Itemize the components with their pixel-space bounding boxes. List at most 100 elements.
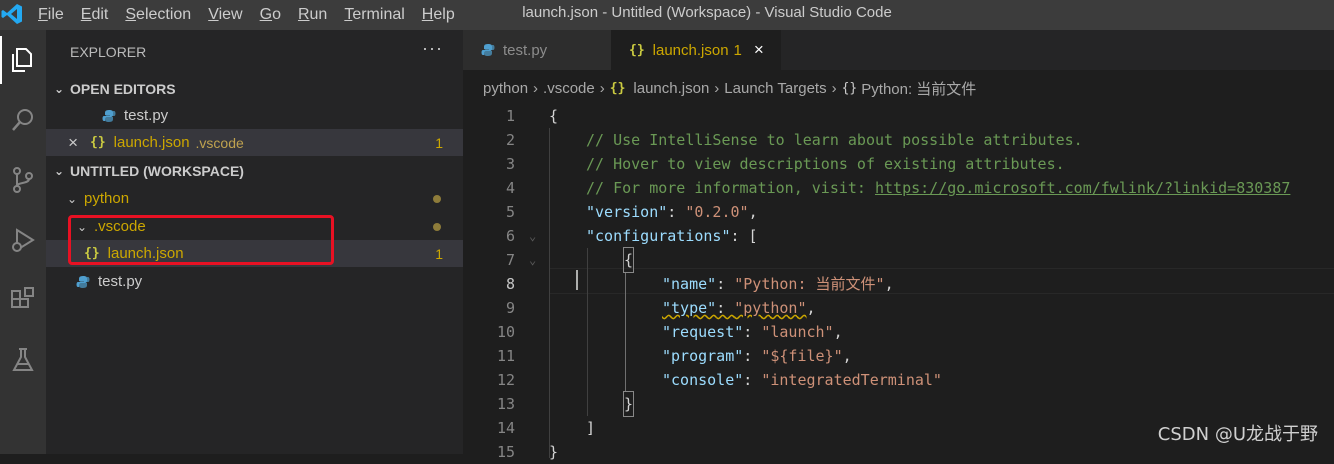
tab-test-py[interactable]: test.py <box>463 30 611 70</box>
python-file-icon <box>76 275 90 288</box>
tab-problem-badge: 1 <box>733 41 742 59</box>
code-link[interactable]: https://go.microsoft.com/fwlink/?linkid=… <box>875 179 1290 197</box>
breadcrumb-item[interactable]: python <box>483 80 528 97</box>
breadcrumb-item[interactable]: .vscode <box>543 80 595 97</box>
tree-folder-python[interactable]: ⌄ python <box>46 185 463 212</box>
line-number: 1 <box>505 107 515 125</box>
line-number: 10 <box>496 323 515 341</box>
problem-count-badge: 1 <box>435 134 443 151</box>
chevron-right-icon: › <box>599 79 605 97</box>
line-number: 12 <box>496 371 515 389</box>
line-number: 6 <box>505 227 515 245</box>
open-editor-folder: .vscode <box>195 134 244 151</box>
tree-file-test-py[interactable]: test.py <box>46 268 463 295</box>
chevron-right-icon: › <box>714 79 720 97</box>
file-label: launch.json <box>107 245 184 262</box>
close-icon[interactable]: × <box>754 40 764 60</box>
file-label: test.py <box>98 273 143 290</box>
editor-tabs: test.py {} launch.json 1 × <box>463 30 1334 70</box>
extensions-icon[interactable] <box>0 276 46 324</box>
chevron-right-icon: › <box>533 79 539 97</box>
tab-launch-json[interactable]: {} launch.json 1 × <box>611 30 781 70</box>
workspace-header[interactable]: ⌄ UNTITLED (WORKSPACE) <box>46 158 463 184</box>
breadcrumb: python › .vscode › {} launch.json › Laun… <box>463 72 1334 104</box>
text-cursor <box>576 270 578 290</box>
line-number: 8 <box>505 275 515 293</box>
open-editors-header[interactable]: ⌄ OPEN EDITORS <box>46 76 463 102</box>
title-bar: File Edit Selection View Go Run Terminal… <box>0 0 1334 30</box>
close-icon[interactable]: × <box>46 133 78 153</box>
json-value: "Python: 当前文件" <box>734 275 885 293</box>
window-title: launch.json - Untitled (Workspace) - Vis… <box>522 4 892 21</box>
json-file-icon: {} <box>609 80 626 96</box>
line-number: 2 <box>505 131 515 149</box>
json-value: "0.2.0" <box>685 203 749 221</box>
open-editor-label: launch.json <box>113 134 190 151</box>
json-key: "configurations" <box>586 227 731 245</box>
json-key: "name" <box>662 275 717 293</box>
modified-dot-icon <box>433 222 441 231</box>
chevron-down-icon: ⌄ <box>66 191 78 206</box>
line-number: 14 <box>496 419 515 437</box>
watermark: CSDN @U龙战于野 <box>1157 424 1318 445</box>
tab-label: launch.json <box>652 41 729 59</box>
json-key: "request" <box>662 323 744 341</box>
chevron-right-icon: › <box>831 79 837 97</box>
code-comment: // Use IntelliSense to learn about possi… <box>586 131 1083 149</box>
folder-label: .vscode <box>94 218 146 235</box>
open-editor-item-launch-json[interactable]: × {} launch.json .vscode 1 <box>46 129 463 156</box>
sidebar-title: EXPLORER <box>70 44 147 60</box>
code-bracket: ] <box>586 419 596 437</box>
code-brace: { <box>622 247 635 273</box>
explorer-sidebar: EXPLORER ··· ⌄ OPEN EDITORS test.py × {}… <box>46 30 463 454</box>
json-value: "integratedTerminal" <box>761 371 942 389</box>
json-file-icon: {} <box>90 135 106 150</box>
search-icon[interactable] <box>0 96 46 144</box>
open-editors-label: OPEN EDITORS <box>70 81 176 97</box>
line-number: 9 <box>505 299 515 317</box>
line-number: 7 <box>505 251 515 269</box>
code-punct: : [ <box>730 227 758 245</box>
workspace-label: UNTITLED (WORKSPACE) <box>70 163 244 179</box>
tree-file-launch-json[interactable]: {} launch.json 1 <box>46 240 463 267</box>
open-editor-item-test-py[interactable]: test.py <box>46 102 463 129</box>
fold-chevron-icon[interactable]: ⌄ <box>529 224 536 248</box>
line-number: 3 <box>505 155 515 173</box>
code-editor[interactable]: 1 { 2 // Use IntelliSense to learn about p… <box>463 104 1334 461</box>
json-key: "program" <box>662 347 744 365</box>
line-number: 13 <box>496 395 515 413</box>
tab-label: test.py <box>503 41 548 59</box>
problem-count-badge: 1 <box>435 245 443 262</box>
chevron-down-icon: ⌄ <box>53 82 65 96</box>
tree-folder-vscode[interactable]: ⌄ .vscode <box>46 213 463 240</box>
code-brace: } <box>622 391 635 417</box>
breadcrumb-item[interactable]: Python: 当前文件 <box>861 78 976 99</box>
code-text: } <box>549 443 559 461</box>
json-value: "launch" <box>761 323 834 341</box>
json-value: "${file}" <box>761 347 843 365</box>
testing-icon[interactable] <box>0 336 46 384</box>
line-number: 5 <box>505 203 515 221</box>
folder-label: python <box>84 190 130 207</box>
python-file-icon <box>481 44 495 56</box>
breadcrumb-item[interactable]: launch.json <box>633 80 709 97</box>
line-number: 15 <box>496 443 515 461</box>
breadcrumb-item[interactable]: Launch Targets <box>724 80 826 97</box>
fold-chevron-icon[interactable]: ⌄ <box>529 248 536 272</box>
open-editor-label: test.py <box>124 107 169 124</box>
object-icon: {} <box>841 80 858 96</box>
line-number: 11 <box>496 347 515 365</box>
json-file-icon: {} <box>84 246 100 261</box>
code-text: { <box>549 107 559 125</box>
json-key: "console" <box>662 371 744 389</box>
chevron-down-icon: ⌄ <box>53 164 65 178</box>
code-comment: // Hover to view descriptions of existin… <box>586 155 1065 173</box>
json-file-icon: {} <box>629 42 645 58</box>
run-debug-icon[interactable] <box>0 216 46 264</box>
more-actions-icon[interactable]: ··· <box>422 38 443 59</box>
source-control-icon[interactable] <box>0 156 46 204</box>
json-key: "version" <box>586 203 668 221</box>
explorer-icon[interactable] <box>0 36 46 84</box>
json-key: "type" <box>662 299 717 317</box>
line-number: 4 <box>505 179 515 197</box>
